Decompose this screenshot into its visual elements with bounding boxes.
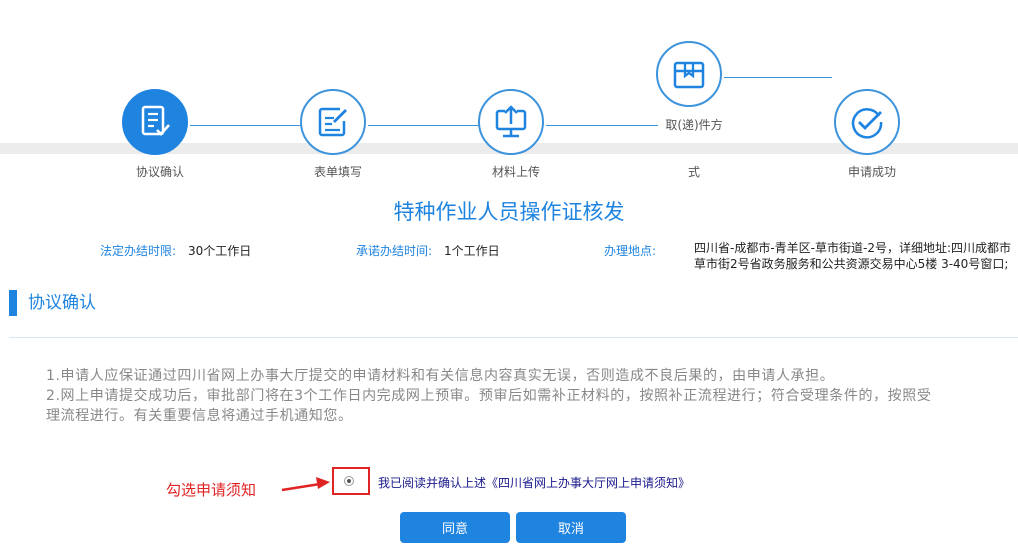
step-label: 表单填写 — [313, 165, 362, 179]
step-pickup-method — [656, 41, 722, 107]
legal-time-label: 法定办结时限: — [100, 244, 177, 258]
location-value: 四川省-成都市-青羊区-草市街道-2号，详细地址:四川成都市草市街2号省政务服务… — [694, 241, 1012, 271]
legal-time-value: 30个工作日 — [188, 244, 252, 258]
section-title: 协议确认 — [28, 293, 96, 313]
step-label: 材料上传 — [491, 165, 540, 179]
page-title: 特种作业人员操作证核发 — [393, 200, 625, 224]
promise-time-value: 1个工作日 — [444, 244, 500, 258]
radio-dot — [347, 479, 351, 483]
edit-form-icon — [318, 107, 347, 137]
step-apply-success — [834, 89, 900, 155]
step-label: 取(递)件方 — [665, 118, 723, 132]
cancel-button[interactable]: 取消 — [516, 512, 626, 543]
notice-line: 1.申请人应保证通过四川省网上办事大厅提交的申请材料和有关信息内容真实无误，否则… — [46, 368, 835, 384]
location-label: 办理地点: — [604, 244, 657, 258]
notice-text: 1.申请人应保证通过四川省网上办事大厅提交的申请材料和有关信息内容真实无误，否则… — [46, 366, 946, 426]
step-protocol-confirm — [122, 89, 188, 155]
step-label: 协议确认 — [135, 165, 184, 179]
notice-line: 2.网上申请提交成功后，审批部门将在3个工作日内完成网上预审。预审后如需补正材料… — [46, 388, 932, 424]
checkmark-icon — [851, 108, 883, 139]
step-label: 式 — [687, 165, 700, 179]
annotation-text: 勾选申请须知 — [166, 481, 257, 499]
step-connector — [190, 125, 302, 126]
annotation-arrow-icon — [281, 477, 330, 492]
step-connector — [368, 125, 480, 126]
step-connector — [724, 77, 832, 78]
confirm-label[interactable]: 我已阅读并确认上述《四川省网上办事大厅网上申请须知》 — [378, 474, 690, 491]
agree-button[interactable]: 同意 — [400, 512, 510, 543]
section-marker — [9, 290, 17, 316]
step-form-fill — [300, 89, 366, 155]
promise-time-label: 承诺办结时间: — [356, 244, 433, 258]
monitor-upload-icon — [495, 105, 527, 138]
step-material-upload — [478, 89, 544, 155]
step-label: 申请成功 — [847, 165, 896, 179]
form-check-icon — [141, 105, 170, 136]
agree-radio[interactable] — [344, 476, 354, 486]
box-icon — [673, 61, 705, 89]
divider — [9, 337, 1018, 338]
